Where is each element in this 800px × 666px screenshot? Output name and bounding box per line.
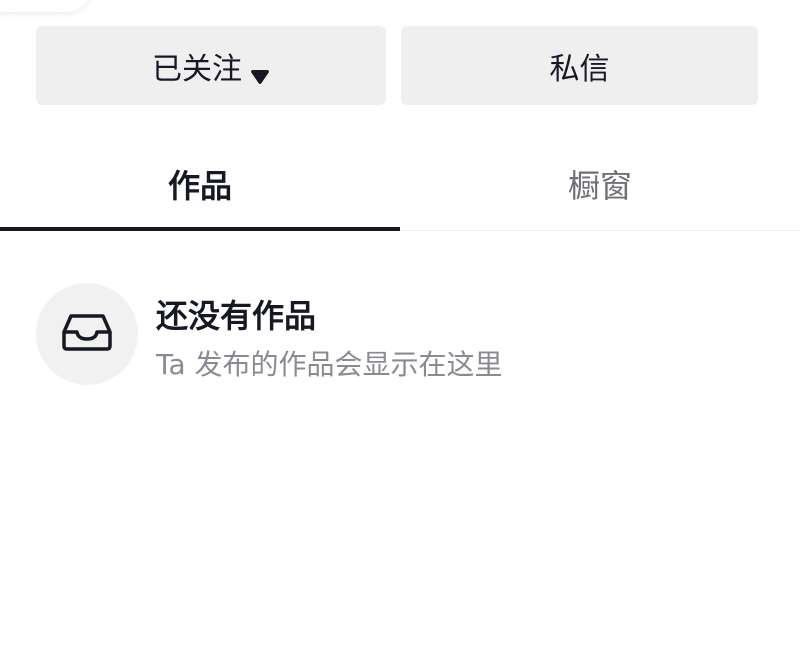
tab-works[interactable]: 作品 [0,140,400,228]
active-tab-indicator [0,227,400,231]
tab-works-label: 作品 [167,167,232,205]
empty-state-subtitle: Ta 发布的作品会显示在这里 [156,348,503,381]
profile-action-row: 已关注 私信 [36,26,758,105]
empty-state-icon-circle [36,283,138,385]
followed-button[interactable]: 已关注 [36,26,386,105]
message-button[interactable]: 私信 [401,26,758,105]
top-partial-element [0,0,92,12]
message-button-label: 私信 [549,51,610,87]
followed-button-label: 已关注 [152,51,242,87]
empty-state: 还没有作品 Ta 发布的作品会显示在这里 [36,283,756,387]
tab-showcase[interactable]: 橱窗 [400,140,800,228]
tab-showcase-label: 橱窗 [567,167,632,205]
caret-down-icon [250,58,270,84]
empty-state-title: 还没有作品 [156,297,317,335]
inbox-tray-icon [61,312,113,356]
profile-tabs: 作品 橱窗 [0,140,800,231]
